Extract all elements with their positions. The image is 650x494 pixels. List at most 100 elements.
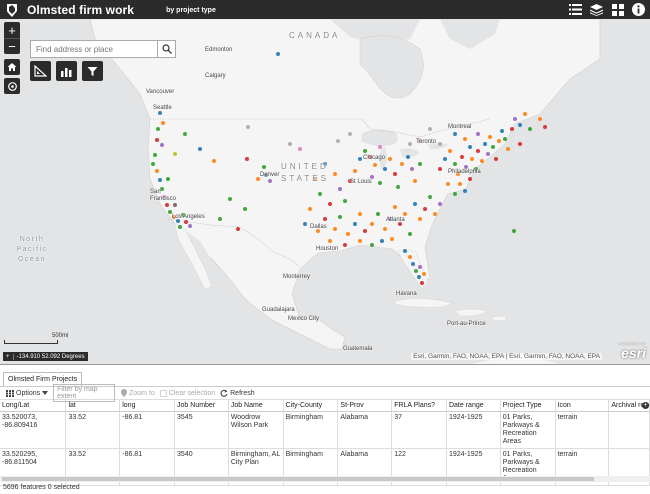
map-label-calgary: Calgary bbox=[205, 73, 226, 79]
refresh-icon bbox=[220, 389, 228, 397]
map-label-philadelphia: Philadelphia bbox=[448, 169, 481, 175]
column-header[interactable]: Date range bbox=[446, 400, 501, 412]
refresh-label: Refresh bbox=[230, 389, 255, 397]
home-button[interactable] bbox=[4, 59, 20, 75]
coordinate-readout: -134.910 52.092 Degrees bbox=[16, 353, 85, 360]
filter-icon bbox=[87, 66, 98, 76]
map-label-guadalajara: Guadalajara bbox=[262, 307, 295, 313]
bar-chart-icon bbox=[61, 67, 72, 77]
zoom-to-button[interactable]: Zoom to bbox=[121, 389, 155, 397]
scale-bar-line bbox=[4, 340, 58, 344]
map-label-montreal: Montreal bbox=[448, 124, 472, 130]
filter-button[interactable] bbox=[82, 61, 103, 81]
zoom-to-label: Zoom to bbox=[129, 389, 155, 397]
basemap-grid-icon[interactable] bbox=[610, 2, 625, 17]
scale-label: 500mi bbox=[52, 333, 69, 339]
layers-icon[interactable] bbox=[589, 2, 604, 17]
coordinate-toggle-button[interactable]: + bbox=[3, 353, 14, 360]
pin-icon bbox=[121, 389, 128, 397]
map-label-denver: Denver bbox=[260, 172, 280, 178]
table-cell: Alabama bbox=[337, 411, 393, 449]
clear-selection-button[interactable]: Clear selection bbox=[159, 389, 216, 397]
caret-down-icon bbox=[42, 391, 49, 395]
home-icon bbox=[7, 63, 17, 71]
map-label-houston: Houston bbox=[316, 246, 339, 252]
clear-selection-icon bbox=[159, 389, 167, 397]
map-label-san-francisco: San Francisco bbox=[150, 189, 177, 202]
chart-button[interactable] bbox=[56, 61, 77, 81]
search-input[interactable]: Find address or place bbox=[30, 40, 158, 58]
map-label-atlanta: Atlanta bbox=[386, 217, 405, 223]
scale-bar: 500mi bbox=[4, 333, 68, 344]
table-cell: 1924-1925 bbox=[446, 411, 501, 449]
filter-by-map-extent-input[interactable]: Filter by map extent bbox=[53, 384, 116, 402]
table-cell: 01 Parks, Parkways & Recreation Areas bbox=[500, 411, 556, 449]
table-cell: terrain bbox=[555, 411, 610, 449]
map-label-vancouver: Vancouver bbox=[146, 89, 175, 95]
horizontal-scrollbar[interactable] bbox=[0, 476, 650, 482]
app-subtitle: by project type bbox=[166, 7, 216, 14]
map-label-st-louis: St Louis bbox=[350, 179, 372, 185]
column-header[interactable]: St-Prov bbox=[337, 400, 393, 412]
app-header: Olmsted firm work by project type bbox=[0, 0, 650, 19]
locate-button[interactable] bbox=[4, 78, 20, 94]
zoom-in-button[interactable]: + bbox=[4, 22, 20, 38]
options-menu[interactable]: Options bbox=[6, 389, 49, 397]
map-label-monterrey: Monterrey bbox=[283, 274, 311, 280]
coordinate-display: + -134.910 52.092 Degrees bbox=[3, 352, 88, 361]
map-attribution: Esri, Garmin, FAO, NOAA, EPA | Esri, Gar… bbox=[411, 353, 602, 360]
column-header[interactable]: Project Type bbox=[500, 400, 556, 412]
table-toolbar: Options Filter by map extent Zoom to Cle… bbox=[0, 384, 650, 402]
scrollbar-thumb[interactable] bbox=[2, 477, 594, 481]
column-chooser-button[interactable]: + bbox=[642, 402, 649, 409]
info-icon[interactable] bbox=[631, 2, 646, 17]
esri-logo: esri bbox=[621, 345, 646, 361]
nps-arrowhead-icon bbox=[5, 3, 19, 17]
map-label-canada: CANADA bbox=[289, 31, 341, 40]
locate-icon bbox=[7, 81, 17, 91]
attribute-table-panel: Olmsted Firm Projects Options Filter by … bbox=[0, 364, 650, 494]
table-cell: 33.520073, -86.809416 bbox=[0, 411, 67, 449]
search-icon bbox=[161, 44, 172, 54]
zoom-control: + − bbox=[4, 22, 20, 54]
table-cell: 33.52 bbox=[65, 411, 121, 449]
app-title: Olmsted firm work bbox=[27, 2, 135, 17]
measure-button[interactable] bbox=[30, 61, 51, 81]
measure-icon bbox=[34, 65, 47, 77]
zoom-out-button[interactable]: − bbox=[4, 38, 20, 54]
map-label-dallas: Dallas bbox=[310, 224, 327, 230]
column-header[interactable]: City-County bbox=[283, 400, 339, 412]
column-header[interactable]: FRLA Plans? bbox=[391, 400, 447, 412]
table-cell bbox=[608, 411, 650, 449]
table-row[interactable]: 33.520073, -86.809416 33.52 -86.81 3545 … bbox=[0, 411, 650, 449]
table-cell: 3545 bbox=[174, 411, 229, 449]
column-header[interactable]: long bbox=[119, 400, 176, 412]
list-icon[interactable] bbox=[568, 2, 583, 17]
header-tools bbox=[568, 2, 646, 17]
map-label-edmonton: Edmonton bbox=[205, 47, 233, 53]
map-label-havana: Havana bbox=[396, 291, 417, 297]
clear-selection-label: Clear selection bbox=[168, 389, 216, 397]
search-button[interactable] bbox=[157, 40, 176, 58]
options-label: Options bbox=[16, 389, 41, 397]
attribute-table: Long/Lat lat long Job Number Job Name Ci… bbox=[0, 400, 650, 486]
table-cell: Birmingham bbox=[283, 411, 339, 449]
column-header[interactable]: Job Name bbox=[228, 400, 284, 412]
map-label-chicago: Chicago bbox=[363, 155, 386, 161]
map-label-toronto: Toronto bbox=[416, 139, 437, 145]
map-label-los-angeles: Los Angeles bbox=[172, 214, 205, 220]
refresh-button[interactable]: Refresh bbox=[220, 389, 255, 397]
feature-count: 5696 features 0 selected bbox=[3, 484, 80, 491]
app-root: Olmsted firm work by project type CANADA… bbox=[0, 0, 650, 494]
column-header[interactable]: Icon bbox=[555, 400, 610, 412]
table-cell: -86.81 bbox=[119, 411, 176, 449]
grid-menu-icon bbox=[6, 389, 14, 397]
map-label-port-au-prince: Port-au-Prince bbox=[447, 321, 486, 327]
map-label-guatemala: Guatemala bbox=[343, 346, 373, 352]
column-header[interactable]: Job Number bbox=[174, 400, 229, 412]
table-cell: Woodrow Wilson Park bbox=[228, 411, 284, 449]
map-label-north-pacific-ocean: North Pacific Ocean bbox=[16, 236, 48, 263]
table-cell: 37 bbox=[391, 411, 447, 449]
map-label-seattle: Seattle bbox=[153, 105, 172, 111]
map-view[interactable]: CANADA UNITED STATES North Pacific Ocean… bbox=[0, 19, 650, 364]
